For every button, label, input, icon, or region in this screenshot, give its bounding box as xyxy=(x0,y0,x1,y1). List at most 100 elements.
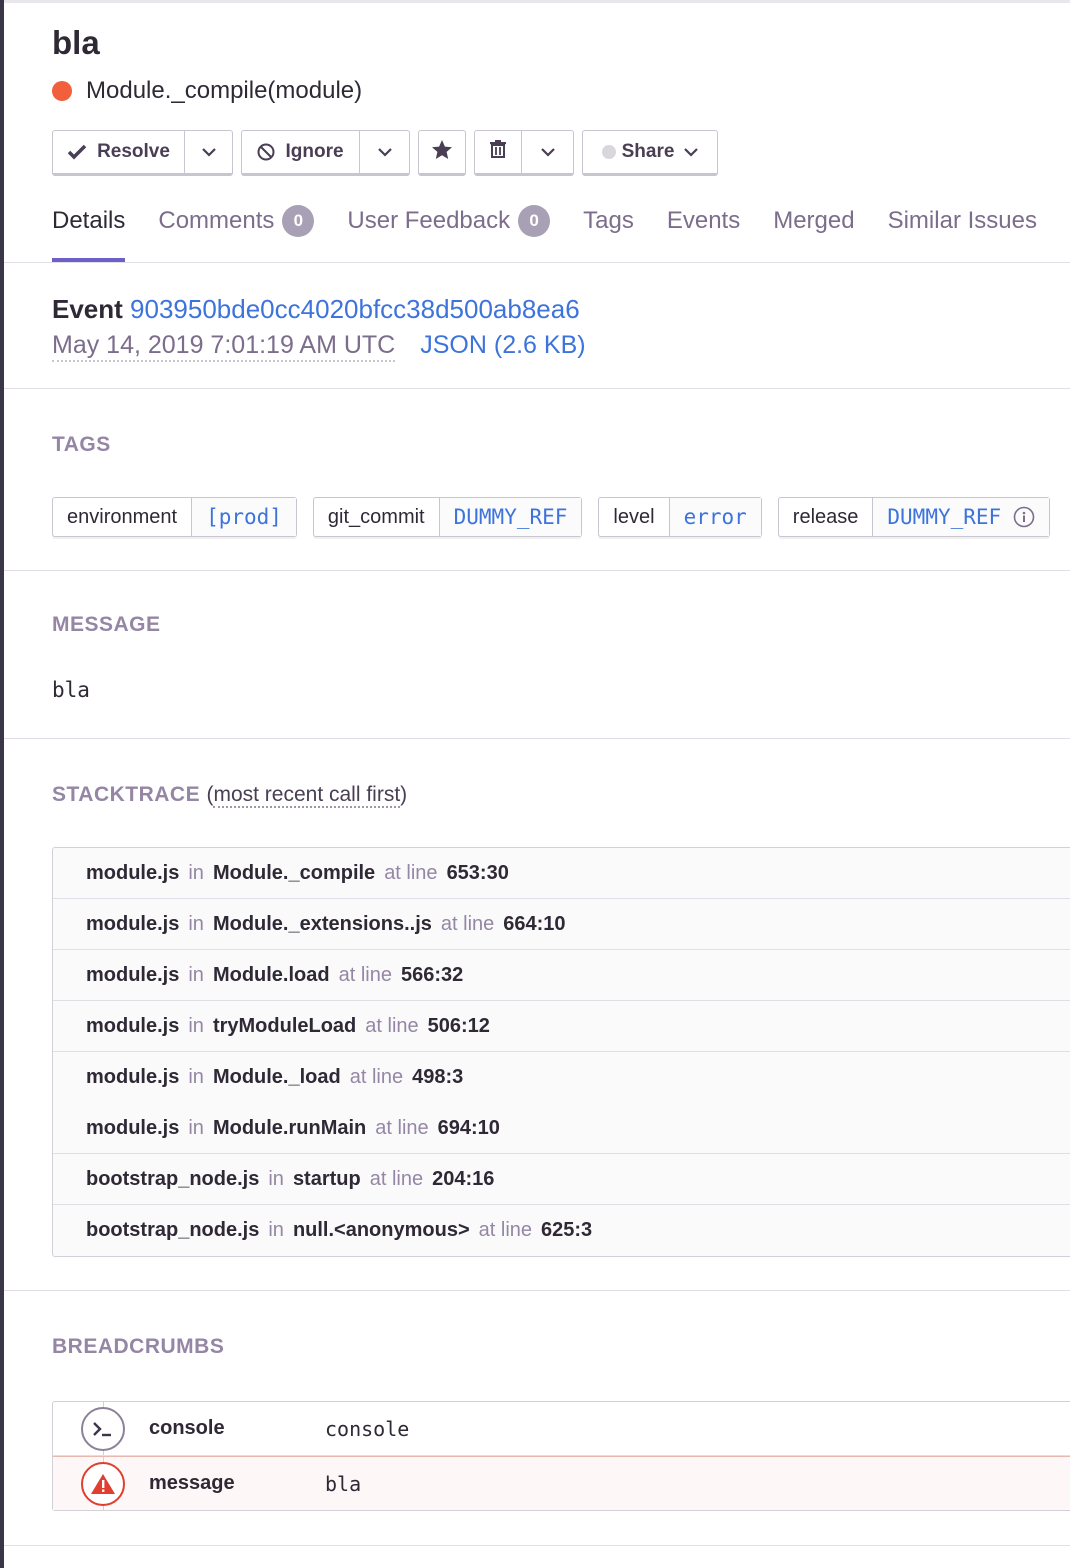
frame-function: Module.runMain xyxy=(212,1116,367,1139)
share-button[interactable]: Share xyxy=(582,130,718,176)
comments-count-badge: 0 xyxy=(282,205,315,237)
bookmark-button[interactable] xyxy=(418,130,466,176)
tab-details[interactable]: Details xyxy=(52,207,126,263)
checkmark-icon xyxy=(67,144,87,160)
breadcrumb-type: message xyxy=(149,1472,235,1494)
event-date: May 14, 2019 7:01:19 AM UTC xyxy=(52,330,396,362)
stack-frame[interactable]: bootstrap_node.js in null.<anonymous> at… xyxy=(53,1205,1070,1256)
section-divider xyxy=(4,1545,1070,1546)
frame-function: startup xyxy=(292,1167,361,1190)
error-level-dot xyxy=(52,81,72,101)
tag-level[interactable]: level error xyxy=(598,497,762,537)
chevron-down-icon xyxy=(684,147,699,157)
tab-comments[interactable]: Comments 0 xyxy=(158,205,315,263)
frame-file: module.js xyxy=(86,1066,180,1088)
frame-line: 664:10 xyxy=(503,912,566,935)
stacktrace-section-title: STACKTRACE (most recent call first) xyxy=(52,783,408,808)
tab-label: Similar Issues xyxy=(887,207,1037,234)
breadcrumb-message-error[interactable]: message bla xyxy=(53,1456,1070,1510)
top-divider xyxy=(4,0,1070,3)
tab-label: Details xyxy=(52,207,126,234)
tag-environment[interactable]: environment [prod] xyxy=(52,497,297,537)
stack-frame[interactable]: bootstrap_node.js in startup at line 204… xyxy=(53,1154,1070,1205)
stacktrace-order-toggle[interactable]: most recent call first xyxy=(213,783,401,808)
frame-function: Module._compile xyxy=(212,861,376,884)
left-rail xyxy=(0,0,4,1568)
tag-key: git_commit xyxy=(314,498,440,536)
frame-file: module.js xyxy=(86,912,180,935)
tabs-divider xyxy=(4,262,1070,263)
resolve-label: Resolve xyxy=(97,141,170,162)
tag-key: environment xyxy=(53,498,193,536)
stack-frame[interactable]: module.js in Module._compile at line 653… xyxy=(53,848,1070,899)
chevron-down-icon xyxy=(540,141,555,163)
delete-group xyxy=(474,130,574,176)
tag-value[interactable]: [prod] xyxy=(192,498,296,536)
resolve-button[interactable]: Resolve xyxy=(52,130,185,176)
breadcrumbs-list: console console message bla xyxy=(52,1401,1070,1511)
frame-file: bootstrap_node.js xyxy=(86,1167,260,1190)
breadcrumb-message: console xyxy=(325,1416,410,1441)
stacktrace-title-text: STACKTRACE xyxy=(52,783,201,806)
frame-line: 694:10 xyxy=(437,1116,500,1139)
chevron-down-icon xyxy=(377,141,392,163)
frame-in: in xyxy=(188,861,204,884)
star-icon xyxy=(431,139,453,166)
breadcrumb-type: console xyxy=(149,1417,225,1439)
ignore-dropdown-button[interactable] xyxy=(360,130,410,176)
stack-frame[interactable]: module.js in Module._load at line 498:3 xyxy=(53,1052,1070,1103)
frame-file: module.js xyxy=(86,1116,180,1139)
frame-file: bootstrap_node.js xyxy=(86,1219,260,1241)
tab-events[interactable]: Events xyxy=(667,207,740,263)
frame-file: module.js xyxy=(86,1014,180,1037)
frame-at-line: at line xyxy=(338,963,392,986)
frame-line: 653:30 xyxy=(446,861,509,884)
tab-user-feedback[interactable]: User Feedback 0 xyxy=(347,205,551,263)
culprit-text: Module._compile(module) xyxy=(86,77,363,104)
issue-culprit: Module._compile(module) xyxy=(52,77,362,105)
tag-value[interactable]: error xyxy=(669,498,761,536)
frame-function: Module._extensions..js xyxy=(212,912,432,935)
tab-merged[interactable]: Merged xyxy=(773,207,854,263)
tab-tags[interactable]: Tags xyxy=(583,207,634,263)
frame-line: 498:3 xyxy=(412,1066,464,1088)
stack-frame[interactable]: module.js in Module.load at line 566:32 xyxy=(53,950,1070,1001)
terminal-icon xyxy=(81,1406,125,1451)
breadcrumb-console[interactable]: console console xyxy=(53,1402,1070,1456)
tab-label: Events xyxy=(666,207,741,234)
stack-frame[interactable]: module.js in Module._extensions..js at l… xyxy=(53,899,1070,950)
tab-label: Comments xyxy=(158,207,275,234)
message-section-title: MESSAGE xyxy=(52,613,161,636)
frame-at-line: at line xyxy=(440,912,495,935)
frame-line: 506:12 xyxy=(427,1014,490,1037)
resolve-dropdown-button[interactable] xyxy=(185,130,233,176)
tab-similar-issues[interactable]: Similar Issues xyxy=(888,207,1037,263)
event-label: Event xyxy=(52,294,123,324)
tag-git-commit[interactable]: git_commit DUMMY_REF xyxy=(312,497,583,537)
frame-line: 625:3 xyxy=(541,1219,593,1241)
event-id-link[interactable]: 903950bde0cc4020bfcc38d500ab8ea6 xyxy=(130,294,580,324)
section-divider xyxy=(4,570,1070,571)
frame-at-line: at line xyxy=(478,1219,533,1241)
frame-at-line: at line xyxy=(349,1066,404,1088)
stack-frame[interactable]: module.js in tryModuleLoad at line 506:1… xyxy=(53,1001,1070,1052)
stacktrace-order: (most recent call first) xyxy=(206,783,408,808)
delete-dropdown-button[interactable] xyxy=(522,130,574,176)
json-link[interactable]: JSON (2.6 KB) xyxy=(420,330,585,362)
frame-function: Module._load xyxy=(212,1066,341,1088)
frame-at-line: at line xyxy=(369,1167,424,1190)
share-status-dot xyxy=(601,145,616,159)
ignore-group: Ignore xyxy=(241,130,410,176)
stack-frame[interactable]: module.js in Module.runMain at line 694:… xyxy=(53,1103,1070,1154)
breadcrumb-message: bla xyxy=(325,1471,362,1496)
tab-label: Tags xyxy=(583,207,634,234)
tag-release[interactable]: release DUMMY_REF xyxy=(777,497,1051,537)
tag-value[interactable]: DUMMY_REF xyxy=(439,498,582,536)
frame-at-line: at line xyxy=(365,1014,419,1037)
info-icon[interactable] xyxy=(1013,506,1035,528)
event-header: Event 903950bde0cc4020bfcc38d500ab8ea6 xyxy=(52,294,580,325)
ignore-button[interactable]: Ignore xyxy=(241,130,360,176)
tag-value[interactable]: DUMMY_REF xyxy=(873,498,1050,536)
ignore-icon xyxy=(257,143,275,161)
delete-button[interactable] xyxy=(474,130,522,176)
